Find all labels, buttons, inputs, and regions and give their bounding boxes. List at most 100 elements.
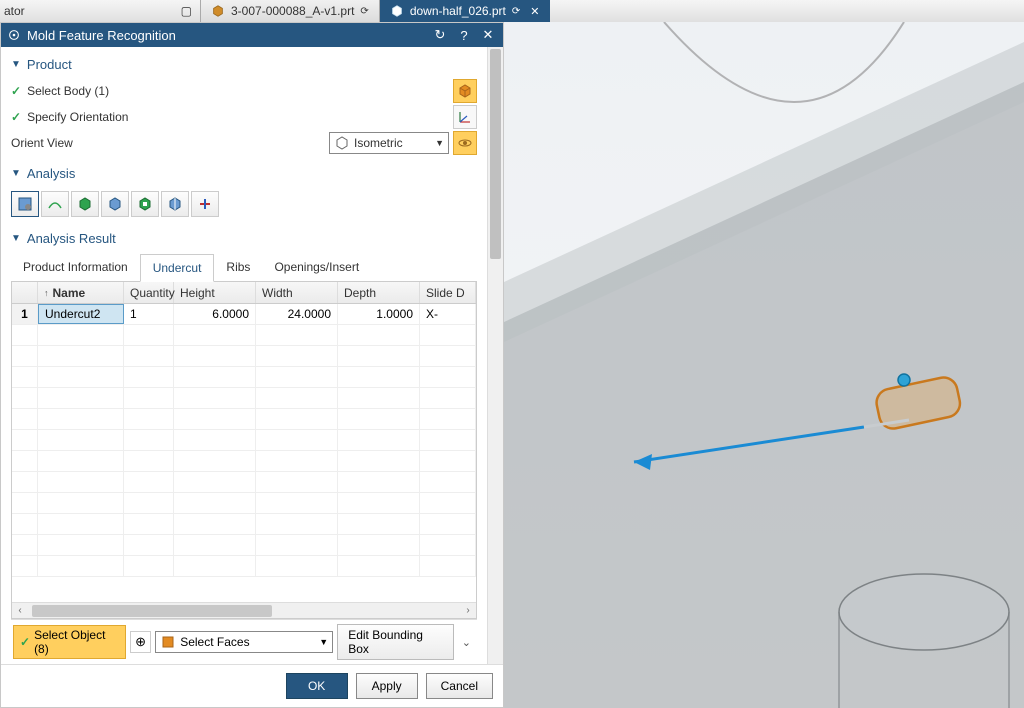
analysis-tool-2[interactable] xyxy=(41,191,69,217)
grid-header: ↑Name Quantity Height Width Depth Slide … xyxy=(12,282,476,304)
table-row xyxy=(12,535,476,556)
cell-slide: X- xyxy=(420,304,476,324)
analysis-toolstrip xyxy=(11,191,477,217)
section-label: Analysis Result xyxy=(27,231,116,246)
dialog-title: Mold Feature Recognition xyxy=(27,28,176,43)
cancel-button[interactable]: Cancel xyxy=(426,673,493,699)
refresh-button[interactable]: ↻ xyxy=(431,27,449,43)
specify-orientation-row[interactable]: ✓ Specify Orientation xyxy=(11,104,477,130)
scroll-right-icon[interactable]: › xyxy=(460,603,476,619)
col-quantity[interactable]: Quantity xyxy=(124,282,174,303)
table-row xyxy=(12,514,476,535)
check-icon: ✓ xyxy=(20,635,30,649)
analysis-tool-6[interactable] xyxy=(161,191,189,217)
select-faces-dropdown[interactable]: Select Faces ▼ xyxy=(155,631,333,653)
table-row xyxy=(12,472,476,493)
table-row xyxy=(12,493,476,514)
grid-body[interactable]: 1 Undercut2 1 6.0000 24.0000 1.0000 X- xyxy=(12,304,476,602)
tab-undercut[interactable]: Undercut xyxy=(140,254,215,282)
tab-product-information[interactable]: Product Information xyxy=(11,254,140,281)
expand-selection-icon[interactable]: ⌄ xyxy=(458,636,475,649)
col-depth[interactable]: Depth xyxy=(338,282,420,303)
dialog-titlebar: Mold Feature Recognition ↻ ? ✕ xyxy=(1,23,503,47)
target-icon[interactable]: ⊕ xyxy=(130,631,151,653)
cell-name[interactable]: Undercut2 xyxy=(38,304,124,324)
select-object-button[interactable]: ✓ Select Object (8) xyxy=(13,625,126,659)
orient-view-value: Isometric xyxy=(354,136,403,150)
table-row xyxy=(12,325,476,346)
chevron-down-icon: ▼ xyxy=(11,59,21,70)
chevron-down-icon: ▼ xyxy=(11,233,21,244)
specify-orientation-label: Specify Orientation xyxy=(27,110,449,124)
col-width[interactable]: Width xyxy=(256,282,338,303)
orient-apply-icon[interactable] xyxy=(453,131,477,155)
tabbar-stub: ator ▢ xyxy=(0,0,200,22)
dialog-footer: OK Apply Cancel xyxy=(1,664,503,707)
cell-rownum: 1 xyxy=(12,304,38,324)
close-icon[interactable]: ✕ xyxy=(530,5,539,18)
edit-bounding-box-button[interactable]: Edit Bounding Box xyxy=(337,624,454,660)
close-button[interactable]: ✕ xyxy=(479,27,497,43)
chevron-down-icon: ▼ xyxy=(435,138,444,148)
tab-modified-icon: ⟳ xyxy=(512,6,520,17)
tab-modified-icon: ⟳ xyxy=(360,6,368,17)
scroll-left-icon[interactable]: ‹ xyxy=(12,603,28,619)
file-tab-active[interactable]: down-half_026.prt ⟳ ✕ xyxy=(379,0,550,22)
help-button[interactable]: ? xyxy=(455,28,473,43)
table-row[interactable]: 1 Undercut2 1 6.0000 24.0000 1.0000 X- xyxy=(12,304,476,325)
grid-hscroll[interactable]: ‹ › xyxy=(12,602,476,618)
undercut-grid: ↑Name Quantity Height Width Depth Slide … xyxy=(11,282,477,619)
col-name[interactable]: ↑Name xyxy=(38,282,124,303)
section-analysis-result[interactable]: ▼ Analysis Result xyxy=(11,231,477,246)
stub-text: ator xyxy=(4,4,25,18)
tab-ribs[interactable]: Ribs xyxy=(214,254,262,281)
3d-viewport[interactable]: X – xyxy=(504,22,1024,708)
mold-feature-dialog: Mold Feature Recognition ↻ ? ✕ ▼ Product… xyxy=(0,22,504,708)
scroll-thumb[interactable] xyxy=(490,49,501,259)
tab-openings-insert[interactable]: Openings/Insert xyxy=(262,254,371,281)
table-row xyxy=(12,430,476,451)
file-tabbar: ator ▢ 3-007-000088_A-v1.prt ⟳ down-half… xyxy=(0,0,1024,22)
section-analysis[interactable]: ▼ Analysis xyxy=(11,166,477,181)
orientation-icon[interactable] xyxy=(453,105,477,129)
select-object-label: Select Object (8) xyxy=(34,628,119,656)
section-label: Analysis xyxy=(27,166,75,181)
col-height[interactable]: Height xyxy=(174,282,256,303)
isometric-icon xyxy=(334,135,350,151)
col-slide[interactable]: Slide D xyxy=(420,282,476,303)
body-selector-icon[interactable] xyxy=(453,79,477,103)
window-restore-icon[interactable]: ▢ xyxy=(181,4,192,18)
orient-view-select[interactable]: Isometric ▼ xyxy=(329,132,449,154)
gear-icon xyxy=(7,28,21,42)
table-row xyxy=(12,388,476,409)
analysis-tool-4[interactable] xyxy=(101,191,129,217)
section-label: Product xyxy=(27,57,72,72)
file-tab-label: 3-007-000088_A-v1.prt xyxy=(231,4,354,18)
scroll-thumb[interactable] xyxy=(32,605,272,617)
col-rownum[interactable] xyxy=(12,282,38,303)
section-product[interactable]: ▼ Product xyxy=(11,57,477,72)
orient-view-row: Orient View Isometric ▼ xyxy=(11,130,477,156)
cell-qty: 1 xyxy=(124,304,174,324)
analysis-tool-5[interactable] xyxy=(131,191,159,217)
table-row xyxy=(12,346,476,367)
file-tab-inactive[interactable]: 3-007-000088_A-v1.prt ⟳ xyxy=(200,0,379,22)
cell-height: 6.0000 xyxy=(174,304,256,324)
selection-bar: ✓ Select Object (8) ⊕ Select Faces ▼ Edi… xyxy=(11,619,477,664)
select-body-row[interactable]: ✓ Select Body (1) xyxy=(11,78,477,104)
check-icon: ✓ xyxy=(11,110,21,124)
ok-button[interactable]: OK xyxy=(286,673,348,699)
analysis-tool-3[interactable] xyxy=(71,191,99,217)
cell-depth: 1.0000 xyxy=(338,304,420,324)
analysis-tool-1[interactable] xyxy=(11,191,39,217)
part-file-icon xyxy=(211,4,225,18)
panel-vscroll[interactable] xyxy=(487,47,503,664)
table-row xyxy=(12,451,476,472)
chevron-down-icon: ▼ xyxy=(11,168,21,179)
table-row xyxy=(12,409,476,430)
apply-button[interactable]: Apply xyxy=(356,673,418,699)
chevron-down-icon: ▼ xyxy=(319,637,328,647)
analysis-tool-7[interactable] xyxy=(191,191,219,217)
select-body-label: Select Body (1) xyxy=(27,84,449,98)
sort-asc-icon: ↑ xyxy=(44,288,49,298)
